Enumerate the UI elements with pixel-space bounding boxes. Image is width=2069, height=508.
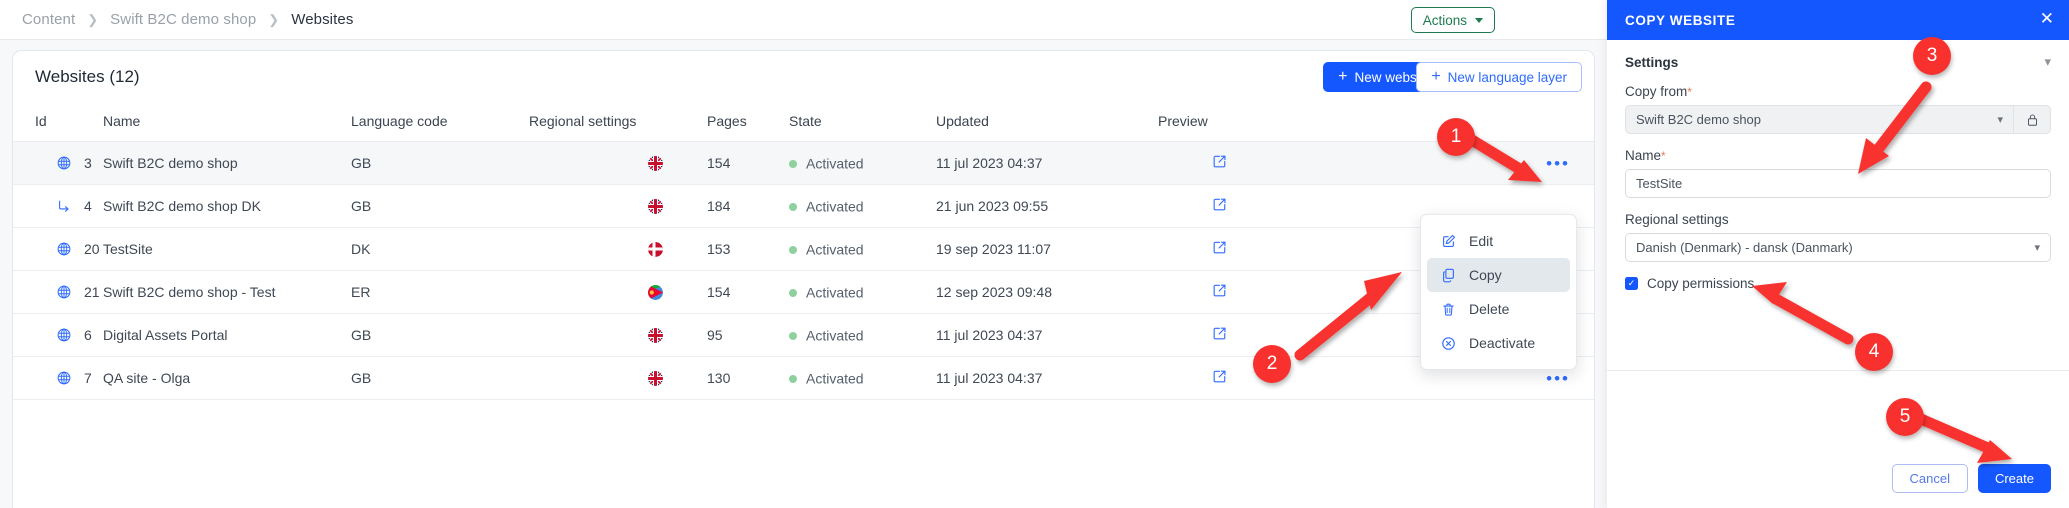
annotation-arrow-1 [1461,131,1542,182]
annotation-arrow-5 [1908,410,2012,463]
app-root: Content ❯ Swift B2C demo shop ❯ Websites… [0,0,2069,508]
annotation-marker-4: 4 [1855,333,1893,371]
annotation-marker-1: 1 [1437,118,1475,156]
annotation-arrow-2 [1294,272,1402,361]
annotation-arrows [1294,81,2012,463]
annotation-marker-5: 5 [1886,398,1924,436]
annotation-arrow-3 [1858,81,1932,174]
annotation-marker-3: 3 [1913,37,1951,75]
annotation-arrow-4 [1752,282,1854,345]
annotation-marker-2: 2 [1253,345,1291,383]
